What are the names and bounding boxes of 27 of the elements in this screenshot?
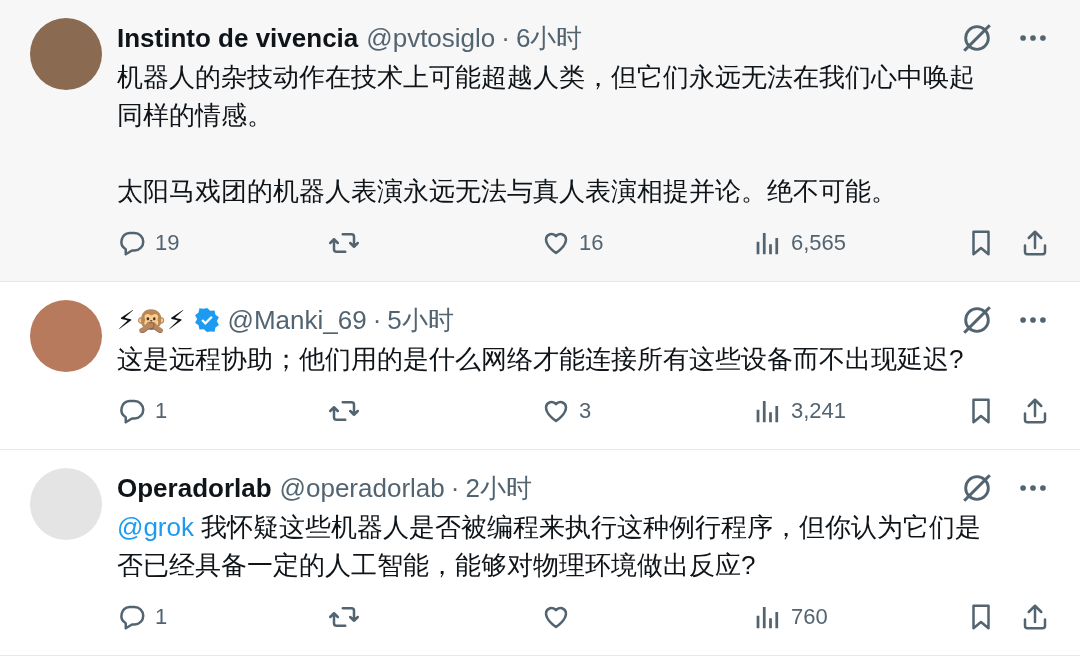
post-text: 机器人的杂技动作在技术上可能超越人类，但它们永远无法在我们心中唤起同样的情感。 <box>117 61 976 132</box>
slashed-circle-icon[interactable] <box>960 21 994 55</box>
user-handle[interactable]: @operadorlab <box>279 472 445 504</box>
views-button[interactable]: 6,565 <box>753 228 965 258</box>
post-time[interactable]: 6小时 <box>516 20 583 56</box>
reply-button[interactable]: 1 <box>117 602 329 632</box>
user-handle[interactable]: @Manki_69 <box>227 304 367 336</box>
post-text: 这是远程协助；他们用的是什么网络才能连接所有这些设备而不出现延迟? <box>117 343 965 376</box>
post-text: 太阳马戏团的机器人表演永远无法与真人表演相提并论。绝不可能。 <box>117 175 898 208</box>
slashed-circle-icon[interactable] <box>960 303 994 337</box>
slashed-circle-icon[interactable] <box>960 471 994 505</box>
display-name[interactable]: Operadorlab <box>117 472 272 504</box>
views-button[interactable]: 760 <box>753 602 965 632</box>
reply-button[interactable]: 1 <box>117 396 329 426</box>
display-name[interactable]: Instinto de vivencia <box>117 22 359 54</box>
user-handle[interactable]: @pvtosiglo <box>366 22 496 54</box>
separator-dot: · <box>372 304 382 336</box>
separator-dot: · <box>450 472 460 504</box>
reply-button[interactable]: 19 <box>117 228 329 258</box>
display-name[interactable]: ⚡🙊⚡ <box>117 304 186 336</box>
post-time[interactable]: 2小时 <box>465 470 532 506</box>
like-button[interactable]: 3 <box>541 396 753 426</box>
post-time[interactable]: 5小时 <box>387 302 454 338</box>
separator-dot: · <box>501 22 510 54</box>
like-button[interactable]: 16 <box>541 228 753 258</box>
views-button[interactable]: 3,241 <box>753 396 965 426</box>
post-text: @grok 我怀疑这些机器人是否被编程来执行这种例行程序，但你认为它们是否已经具备一定的人工智能，能够对物理环境做出反应? <box>117 511 983 582</box>
